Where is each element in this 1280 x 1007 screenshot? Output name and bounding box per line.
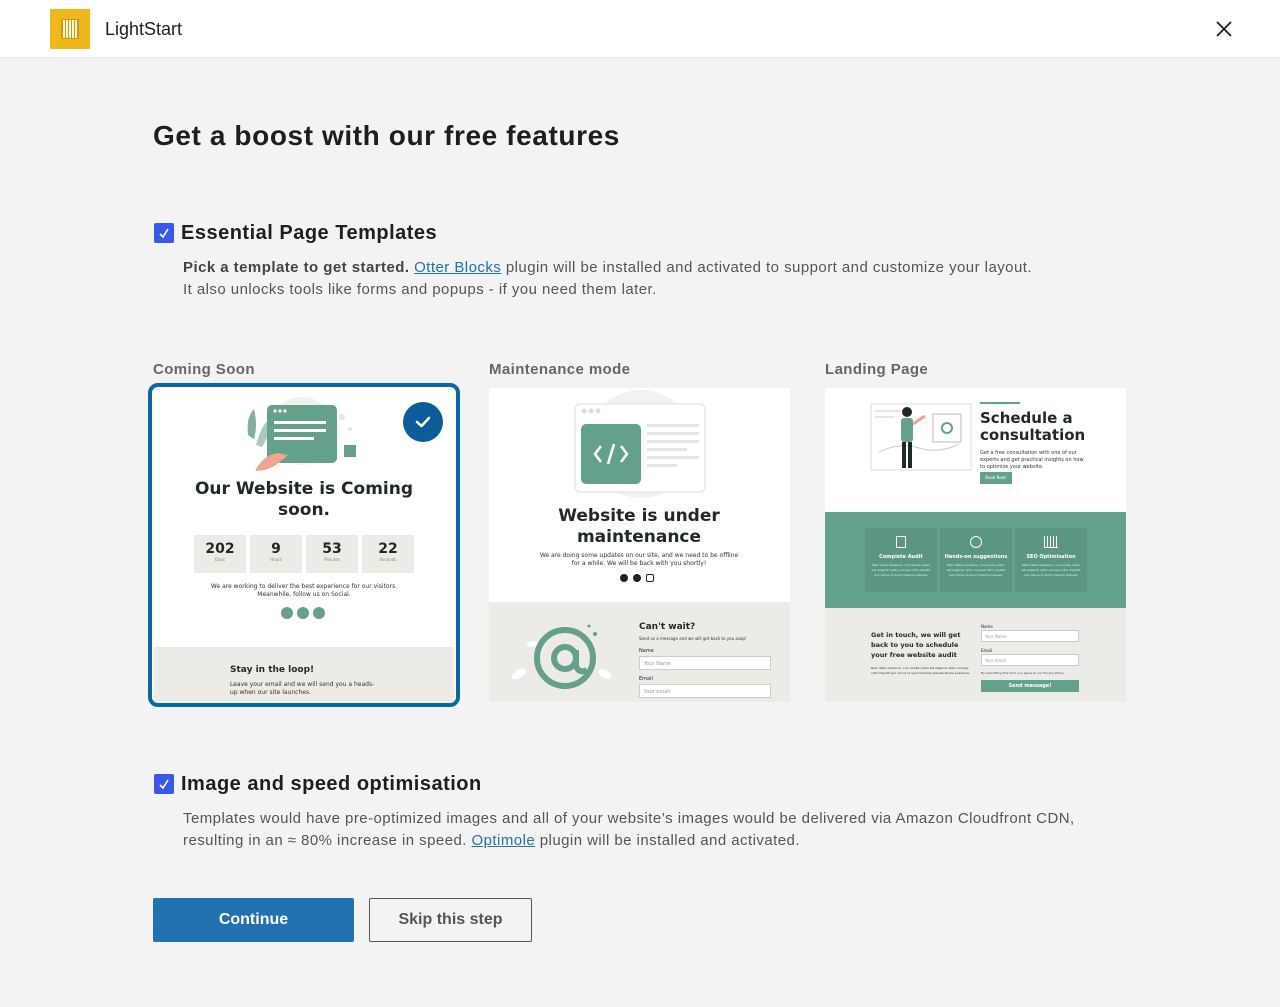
page-title: Get a boost with our free features (153, 120, 620, 151)
template-label-maintenance: Maintenance mode (489, 361, 631, 378)
twitter-icon (281, 607, 293, 619)
optimisation-section-description: Templates would have pre-optimized image… (183, 808, 1075, 852)
optimole-link[interactable]: Optimole (472, 832, 536, 849)
maintenance-body: We are doing some updates on our site, a… (539, 552, 739, 567)
top-bar: LightStart (0, 0, 1280, 58)
at-sign-illustration (511, 624, 612, 689)
message-illustration (247, 397, 356, 471)
presenter-illustration (870, 403, 972, 471)
feature-card: SEO Optimisation Nam libero tempore, cum… (1015, 528, 1087, 592)
coming-soon-body: We are working to deliver the best exper… (210, 583, 398, 598)
lightbulb-icon (970, 536, 982, 548)
countdown-hours: 9 Hours (250, 535, 302, 573)
logo-icon (61, 19, 79, 39)
templates-desc-rest: plugin will be installed and activated t… (501, 259, 1033, 276)
otter-blocks-link[interactable]: Otter Blocks (414, 259, 501, 276)
close-icon (1216, 21, 1232, 37)
check-icon (159, 228, 169, 239)
template-card-landing[interactable]: Schedule a consultation Get a free consu… (825, 388, 1126, 702)
landing-email-input: Your email (981, 654, 1079, 666)
twitter-icon (620, 574, 628, 582)
check-icon (159, 779, 169, 790)
templates-section-title: Essential Page Templates (181, 222, 438, 244)
app-logo (50, 9, 90, 49)
book-now-button: Book Now! (980, 472, 1012, 484)
templates-section-description: Pick a template to get started. Otter Bl… (183, 257, 1032, 301)
optimisation-checkbox[interactable] (154, 774, 174, 794)
app-name: LightStart (105, 19, 183, 39)
instagram-icon (313, 607, 325, 619)
feature-card: Hands-on suggestions Nam libero tempore,… (940, 528, 1012, 592)
continue-button[interactable]: Continue (153, 898, 354, 942)
clipboard-icon (896, 536, 906, 548)
template-card-maintenance[interactable]: Website is under maintenance We are doin… (489, 388, 790, 702)
landing-kicker (980, 402, 1020, 404)
template-label-coming-soon: Coming Soon (153, 361, 255, 378)
maintenance-name-input: Your Name (639, 656, 771, 670)
feature-card: Complete Audit Nam libero tempore, cum s… (865, 528, 937, 592)
landing-intro: Get a free consultation with one of our … (980, 450, 1084, 470)
close-button[interactable] (1206, 11, 1242, 47)
optimisation-desc-post: plugin will be installed and activated. (535, 832, 800, 849)
countdown-days: 202 Days (194, 535, 246, 573)
bar-chart-icon (1044, 536, 1058, 548)
coming-soon-heading: Our Website is Coming soon. (194, 479, 414, 520)
optimisation-section-title: Image and speed optimisation (181, 773, 482, 795)
template-label-landing: Landing Page (825, 361, 929, 378)
instagram-icon (646, 574, 654, 582)
checkmark-icon (415, 416, 431, 428)
maintenance-heading: Website is under maintenance (558, 506, 720, 547)
landing-name-input: Your Name (981, 630, 1079, 642)
landing-heading: Schedule a consultation (980, 409, 1086, 444)
maintenance-email-input: Your email (639, 684, 771, 698)
features-band: Complete Audit Nam libero tempore, cum s… (825, 512, 1126, 608)
templates-checkbox[interactable] (154, 223, 174, 243)
social-icons (620, 574, 660, 584)
templates-desc-line2: It also unlocks tools like forms and pop… (183, 281, 657, 298)
facebook-icon (297, 607, 309, 619)
maintenance-footer: Can't wait? Send us a message and we wil… (489, 602, 790, 702)
templates-desc-bold: Pick a template to get started. (183, 259, 410, 276)
landing-contact: Get in touch, we will get back to you to… (825, 608, 1126, 702)
social-icons (281, 607, 329, 621)
send-message-button: Send message! (981, 680, 1079, 692)
selected-badge (403, 402, 443, 442)
facebook-icon (633, 574, 641, 582)
optimisation-desc-line1: Templates would have pre-optimized image… (183, 810, 1075, 827)
countdown: 202 Days 9 Hours 53 Minutes 22 Seconds (194, 535, 414, 573)
skip-step-button[interactable]: Skip this step (369, 898, 532, 942)
countdown-minutes: 53 Minutes (306, 535, 358, 573)
countdown-seconds: 22 Seconds (362, 535, 414, 573)
coming-soon-footer: Stay in the loop! Leave your email and w… (154, 647, 454, 701)
optimisation-desc-pre: resulting in an ≈ 80% increase in speed. (183, 832, 472, 849)
code-illustration (574, 390, 706, 498)
